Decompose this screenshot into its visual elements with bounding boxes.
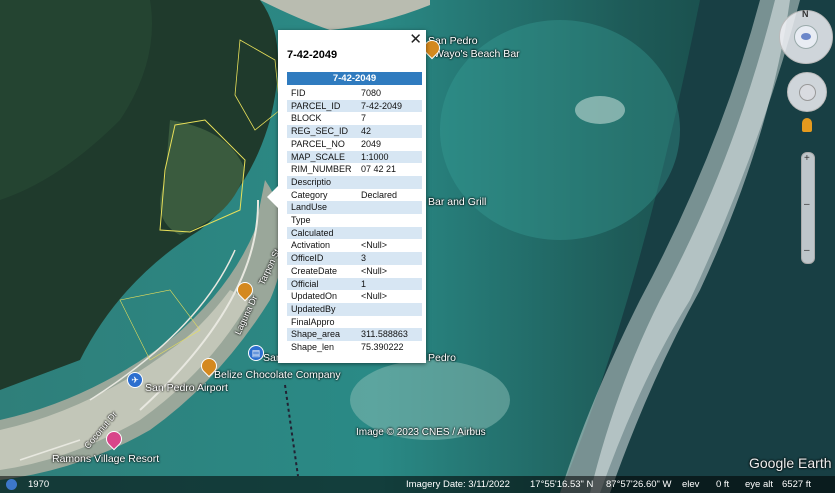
- status-bar: 1970 Imagery Date: 3/11/2022 17°55'16.53…: [0, 476, 835, 493]
- attribute-value: <Null>: [361, 240, 388, 251]
- look-joystick[interactable]: N: [779, 9, 833, 64]
- attribute-row: REG_SEC_ID 42: [287, 125, 422, 138]
- elevation-value: 0 ft: [716, 479, 730, 490]
- eye-altitude-value: 6527 ft: [782, 479, 812, 490]
- attribute-key: Type: [291, 215, 311, 226]
- attribute-row: FinalAppro: [287, 316, 422, 329]
- attribute-row: LandUse: [287, 201, 422, 215]
- attribute-key: LandUse: [287, 201, 357, 215]
- attribute-value: 7-42-2049: [357, 99, 422, 113]
- airport-icon[interactable]: ✈: [127, 372, 143, 388]
- attribute-key: FID: [291, 88, 306, 98]
- attribute-row: PARCEL_ID 7-42-2049: [287, 99, 422, 113]
- attribute-key: Category: [291, 189, 328, 200]
- attribute-value: [357, 214, 422, 227]
- attribute-row: Shape_area 311.588863: [287, 328, 422, 342]
- close-icon[interactable]: ✕: [409, 30, 422, 48]
- attribute-value: 7080: [361, 88, 382, 98]
- latitude-readout: 17°55'16.53" N: [530, 479, 594, 490]
- attribute-value: 07 42 21: [361, 164, 397, 175]
- attribute-row: CreateDate <Null>: [287, 265, 422, 278]
- zoom-slider[interactable]: + – –: [801, 152, 815, 264]
- attribute-key: UpdatedBy: [287, 302, 357, 316]
- attribute-row: OfficeID 3: [287, 252, 422, 265]
- attribute-row: RIM_NUMBER 07 42 21: [287, 163, 422, 176]
- attribute-row: Descriptio: [287, 175, 422, 189]
- move-joystick[interactable]: [787, 72, 827, 112]
- attribute-value: Declared: [361, 189, 398, 200]
- bank-icon[interactable]: ▤: [248, 345, 264, 361]
- attribute-row: Type: [287, 214, 422, 227]
- attribute-row: BLOCK 7: [287, 112, 422, 125]
- attribute-value: [357, 316, 422, 329]
- attribute-row: Activation <Null>: [287, 239, 422, 252]
- attribute-key: RIM_NUMBER: [291, 164, 352, 175]
- attribute-row: UpdatedOn <Null>: [287, 290, 422, 303]
- timeline-year: 1970: [28, 479, 50, 490]
- attribute-key: UpdatedOn: [291, 291, 338, 302]
- longitude-readout: 87°57'26.60" W: [606, 479, 672, 490]
- attribute-key: Descriptio: [287, 175, 357, 189]
- label-chocolate-company: Belize Chocolate Company: [214, 369, 341, 381]
- attribute-row: FID 7080: [287, 87, 422, 100]
- attribute-value: <Null>: [361, 265, 388, 276]
- attribute-table-header: 7-42-2049: [287, 72, 422, 85]
- attribute-row: UpdatedBy: [287, 302, 422, 316]
- elevation-label: elev: [682, 479, 700, 490]
- attribute-value: 3: [357, 252, 422, 265]
- attribute-key: BLOCK: [291, 113, 322, 124]
- label-ramons-village: Ramons Village Resort: [52, 453, 160, 465]
- attribute-table: FID 7080 PARCEL_ID 7-42-2049 BLOCK 7 REG_SEC_I…: [287, 87, 422, 354]
- imagery-attribution: Image © 2023 CNES / Airbus: [356, 427, 486, 438]
- historical-imagery-icon[interactable]: [6, 479, 17, 490]
- attribute-key: FinalAppro: [291, 316, 335, 327]
- attribute-value: [357, 201, 422, 215]
- attribute-key: Official: [287, 277, 357, 291]
- attribute-row: MAP_SCALE 1:1000: [287, 150, 422, 164]
- street-view-pegman-icon[interactable]: [802, 118, 812, 132]
- north-indicator[interactable]: N: [802, 9, 809, 19]
- imagery-date: Imagery Date: 3/11/2022: [406, 479, 510, 490]
- attribute-value: [357, 226, 422, 240]
- attribute-key: Shape_area: [287, 328, 357, 342]
- attribute-row: Calculated: [287, 226, 422, 240]
- attribute-key: CreateDate: [291, 265, 338, 276]
- zoom-out-icon[interactable]: –: [804, 245, 810, 256]
- attribute-key: OfficeID: [287, 252, 357, 265]
- attribute-row: Shape_len 75.390222: [287, 341, 422, 354]
- attribute-key: REG_SEC_ID: [287, 125, 357, 138]
- zoom-in-icon[interactable]: +: [804, 153, 810, 164]
- attribute-key: Shape_len: [291, 342, 335, 353]
- attribute-value: 75.390222: [361, 342, 404, 353]
- attribute-key: PARCEL_NO: [291, 138, 345, 149]
- hand-icon: [799, 84, 816, 101]
- attribute-value: 2049: [361, 138, 382, 149]
- attribute-key: PARCEL_ID: [287, 99, 357, 113]
- google-earth-logo: Google Earth: [749, 455, 832, 471]
- attribute-value: 1:1000: [357, 150, 422, 164]
- eye-icon: [794, 25, 818, 49]
- attribute-value: [357, 302, 422, 316]
- label-pedro: Pedro: [428, 352, 457, 364]
- label-airport: San Pedro Airport: [145, 382, 228, 394]
- parcel-info-balloon: ✕ 7-42-2049 7-42-2049 FID 7080 PARCEL_ID 7-…: [267, 30, 426, 363]
- attribute-value: 311.588863: [357, 328, 422, 342]
- attribute-row: Official 1: [287, 277, 422, 291]
- attribute-key: Activation: [291, 240, 331, 251]
- balloon-title: 7-42-2049: [287, 49, 338, 61]
- attribute-value: 1: [357, 277, 422, 291]
- attribute-value: <Null>: [361, 291, 388, 302]
- attribute-value: 7: [361, 113, 367, 124]
- label-bar-and-grill: Bar and Grill: [428, 196, 487, 208]
- attribute-value: 42: [357, 125, 422, 138]
- eye-altitude-label: eye alt: [745, 479, 773, 490]
- attribute-row: Category Declared: [287, 189, 422, 202]
- attribute-row: PARCEL_NO 2049: [287, 138, 422, 151]
- label-wayos-beach-bar: Wayo's Beach Bar: [434, 48, 520, 60]
- attribute-value: [357, 175, 422, 189]
- attribute-key: MAP_SCALE: [287, 150, 357, 164]
- zoom-thumb[interactable]: –: [804, 199, 810, 210]
- attribute-key: Calculated: [287, 226, 357, 240]
